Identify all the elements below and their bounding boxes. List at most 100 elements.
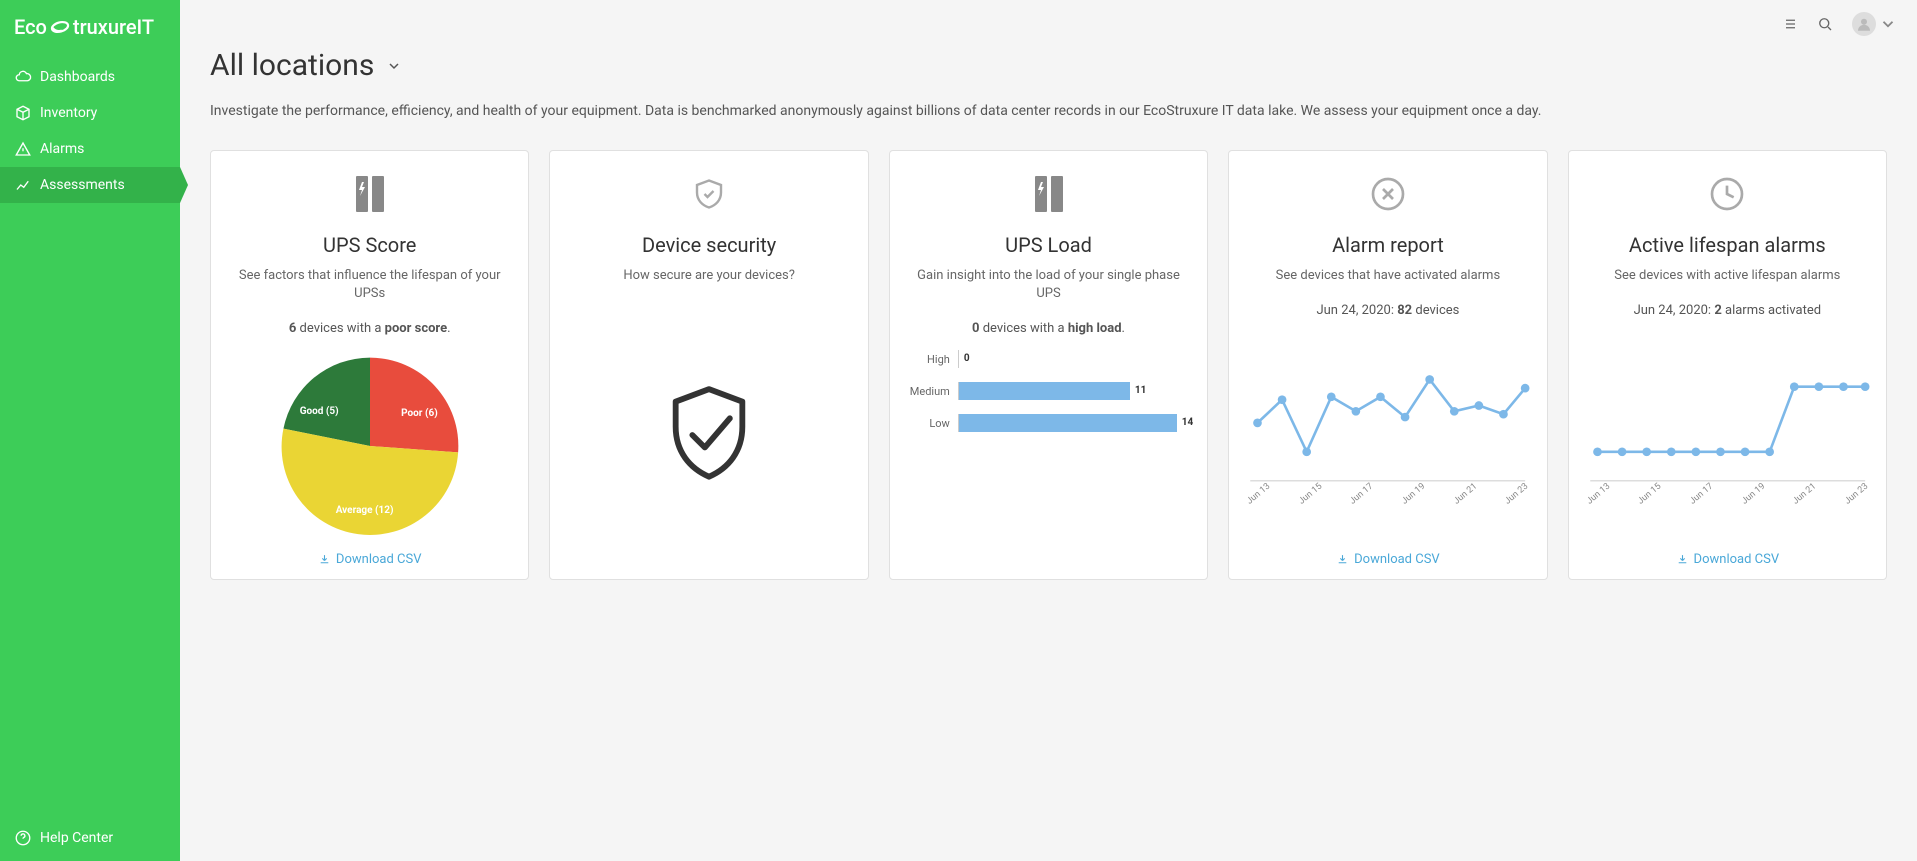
brand-p1: Eco (14, 15, 47, 39)
card-stat: 0 devices with a high load. (972, 321, 1125, 336)
sidebar-nav: Dashboards Inventory Alarms Assessments (0, 59, 180, 815)
card-alarm-report[interactable]: Alarm report See devices that have activ… (1228, 150, 1547, 580)
stat-bold: poor score (385, 321, 447, 336)
stat-mid: devices with a (296, 321, 384, 336)
page-title-text: All locations (210, 48, 374, 83)
card-title: Active lifespan alarms (1629, 233, 1826, 257)
stat-dot: . (447, 321, 450, 336)
card-title: UPS Load (1005, 233, 1092, 257)
chart-line-icon (14, 176, 32, 194)
main-area: All locations Investigate the performanc… (180, 0, 1917, 861)
brand-swirl-icon (49, 16, 71, 38)
page-subtitle: Investigate the performance, efficiency,… (210, 101, 1887, 122)
content: All locations Investigate the performanc… (180, 48, 1917, 610)
sidebar-item-label: Assessments (40, 177, 125, 193)
stat-dot: . (1122, 321, 1125, 336)
user-icon (1855, 15, 1873, 33)
stat-post: devices (1412, 303, 1459, 318)
x-circle-icon (1368, 171, 1408, 217)
stat-post: alarms activated (1722, 303, 1821, 318)
device-security-graphic (564, 303, 853, 567)
bar-value: 0 (964, 350, 970, 368)
page-title-dropdown[interactable]: All locations (210, 48, 1887, 83)
card-stat: 6 devices with a poor score. (289, 321, 451, 336)
ups-device-icon (352, 171, 388, 217)
download-icon (1676, 553, 1689, 566)
stat-number: 82 (1397, 303, 1412, 318)
download-label: Download CSV (1694, 552, 1780, 567)
topbar (180, 0, 1917, 48)
stat-pre: Jun 24, 2020: (1634, 303, 1715, 318)
card-desc: Gain insight into the load of your singl… (904, 267, 1193, 303)
card-desc: See factors that influence the lifespan … (225, 267, 514, 303)
card-title: UPS Score (323, 233, 416, 257)
cards-row: UPS Score See factors that influence the… (210, 150, 1887, 580)
card-stat: Jun 24, 2020: 2 alarms activated (1634, 303, 1822, 318)
bar-label: Low (904, 417, 958, 430)
brand-p3: IT (137, 15, 155, 39)
help-center-label: Help Center (40, 830, 113, 846)
bar-value: 11 (1135, 382, 1146, 400)
card-title: Alarm report (1332, 233, 1444, 257)
sidebar-item-dashboards[interactable]: Dashboards (0, 59, 180, 95)
sidebar-item-inventory[interactable]: Inventory (0, 95, 180, 131)
chevron-down-icon (386, 58, 402, 74)
ups-device-icon (1031, 171, 1067, 217)
bar-row-medium: Medium 11 (904, 382, 1193, 400)
sidebar-item-label: Dashboards (40, 69, 115, 85)
pie-label-good: Good (5) (300, 406, 339, 417)
search-icon[interactable] (1816, 15, 1834, 33)
download-icon (1336, 553, 1349, 566)
chevron-down-icon (1879, 15, 1897, 33)
download-csv-link[interactable]: Download CSV (1336, 542, 1440, 567)
card-desc: See devices that have activated alarms (1276, 267, 1500, 285)
download-csv-link[interactable]: Download CSV (1676, 542, 1780, 567)
stat-mid: devices with a (980, 321, 1068, 336)
sidebar-item-label: Inventory (40, 105, 97, 121)
card-ups-score[interactable]: UPS Score See factors that influence the… (210, 150, 529, 580)
pie-label-poor: Poor (6) (401, 408, 438, 419)
sidebar-item-alarms[interactable]: Alarms (0, 131, 180, 167)
alarm-line-chart: Jun 13 Jun 15 Jun 17 Jun 19 Jun 21 Jun 2… (1243, 332, 1532, 542)
list-icon[interactable] (1780, 15, 1798, 33)
bar-row-high: High 0 (904, 350, 1193, 368)
help-center-link[interactable]: Help Center (0, 815, 180, 861)
cloud-icon (14, 68, 32, 86)
download-csv-link[interactable]: Download CSV (318, 542, 422, 567)
card-title: Device security (642, 233, 776, 257)
card-desc: How secure are your devices? (623, 267, 795, 285)
clock-icon (1707, 171, 1747, 217)
pie-label-avg: Average (12) (336, 505, 394, 516)
download-label: Download CSV (336, 552, 422, 567)
avatar (1852, 12, 1876, 36)
card-stat: Jun 24, 2020: 82 devices (1316, 303, 1459, 318)
bar-label: Medium (904, 385, 958, 398)
shield-check-icon (691, 171, 727, 217)
bar-value: 14 (1182, 414, 1193, 432)
card-device-security[interactable]: Device security How secure are your devi… (549, 150, 868, 580)
brand-p2: truxure (73, 15, 137, 39)
user-menu[interactable] (1852, 12, 1897, 36)
help-circle-icon (14, 829, 32, 847)
stat-number: 2 (1714, 303, 1721, 318)
pie-chart: Good (5) Poor (6) Average (12) (225, 350, 514, 542)
x-axis-labels: Jun 13 Jun 15 Jun 17 Jun 19 Jun 21 Jun 2… (1583, 499, 1872, 509)
bar-row-low: Low 14 (904, 414, 1193, 432)
x-axis-labels: Jun 13 Jun 15 Jun 17 Jun 19 Jun 21 Jun 2… (1243, 499, 1532, 509)
alert-triangle-icon (14, 140, 32, 158)
stat-pre: Jun 24, 2020: (1316, 303, 1397, 318)
box-icon (14, 104, 32, 122)
stat-bold: high load (1068, 321, 1122, 336)
sidebar-item-label: Alarms (40, 141, 84, 157)
download-icon (318, 553, 331, 566)
brand-logo: Eco truxure IT (0, 0, 180, 59)
sidebar-item-assessments[interactable]: Assessments (0, 167, 180, 203)
lifespan-line-chart: Jun 13 Jun 15 Jun 17 Jun 19 Jun 21 Jun 2… (1583, 332, 1872, 542)
card-desc: See devices with active lifespan alarms (1614, 267, 1840, 285)
sidebar: Eco truxure IT Dashboards Inventory Alar… (0, 0, 180, 861)
bar-label: High (904, 353, 958, 366)
ups-load-chart: High 0 Medium 11 Low 14 (904, 350, 1193, 567)
card-lifespan-alarms[interactable]: Active lifespan alarms See devices with … (1568, 150, 1887, 580)
stat-number: 0 (972, 321, 979, 336)
card-ups-load[interactable]: UPS Load Gain insight into the load of y… (889, 150, 1208, 580)
